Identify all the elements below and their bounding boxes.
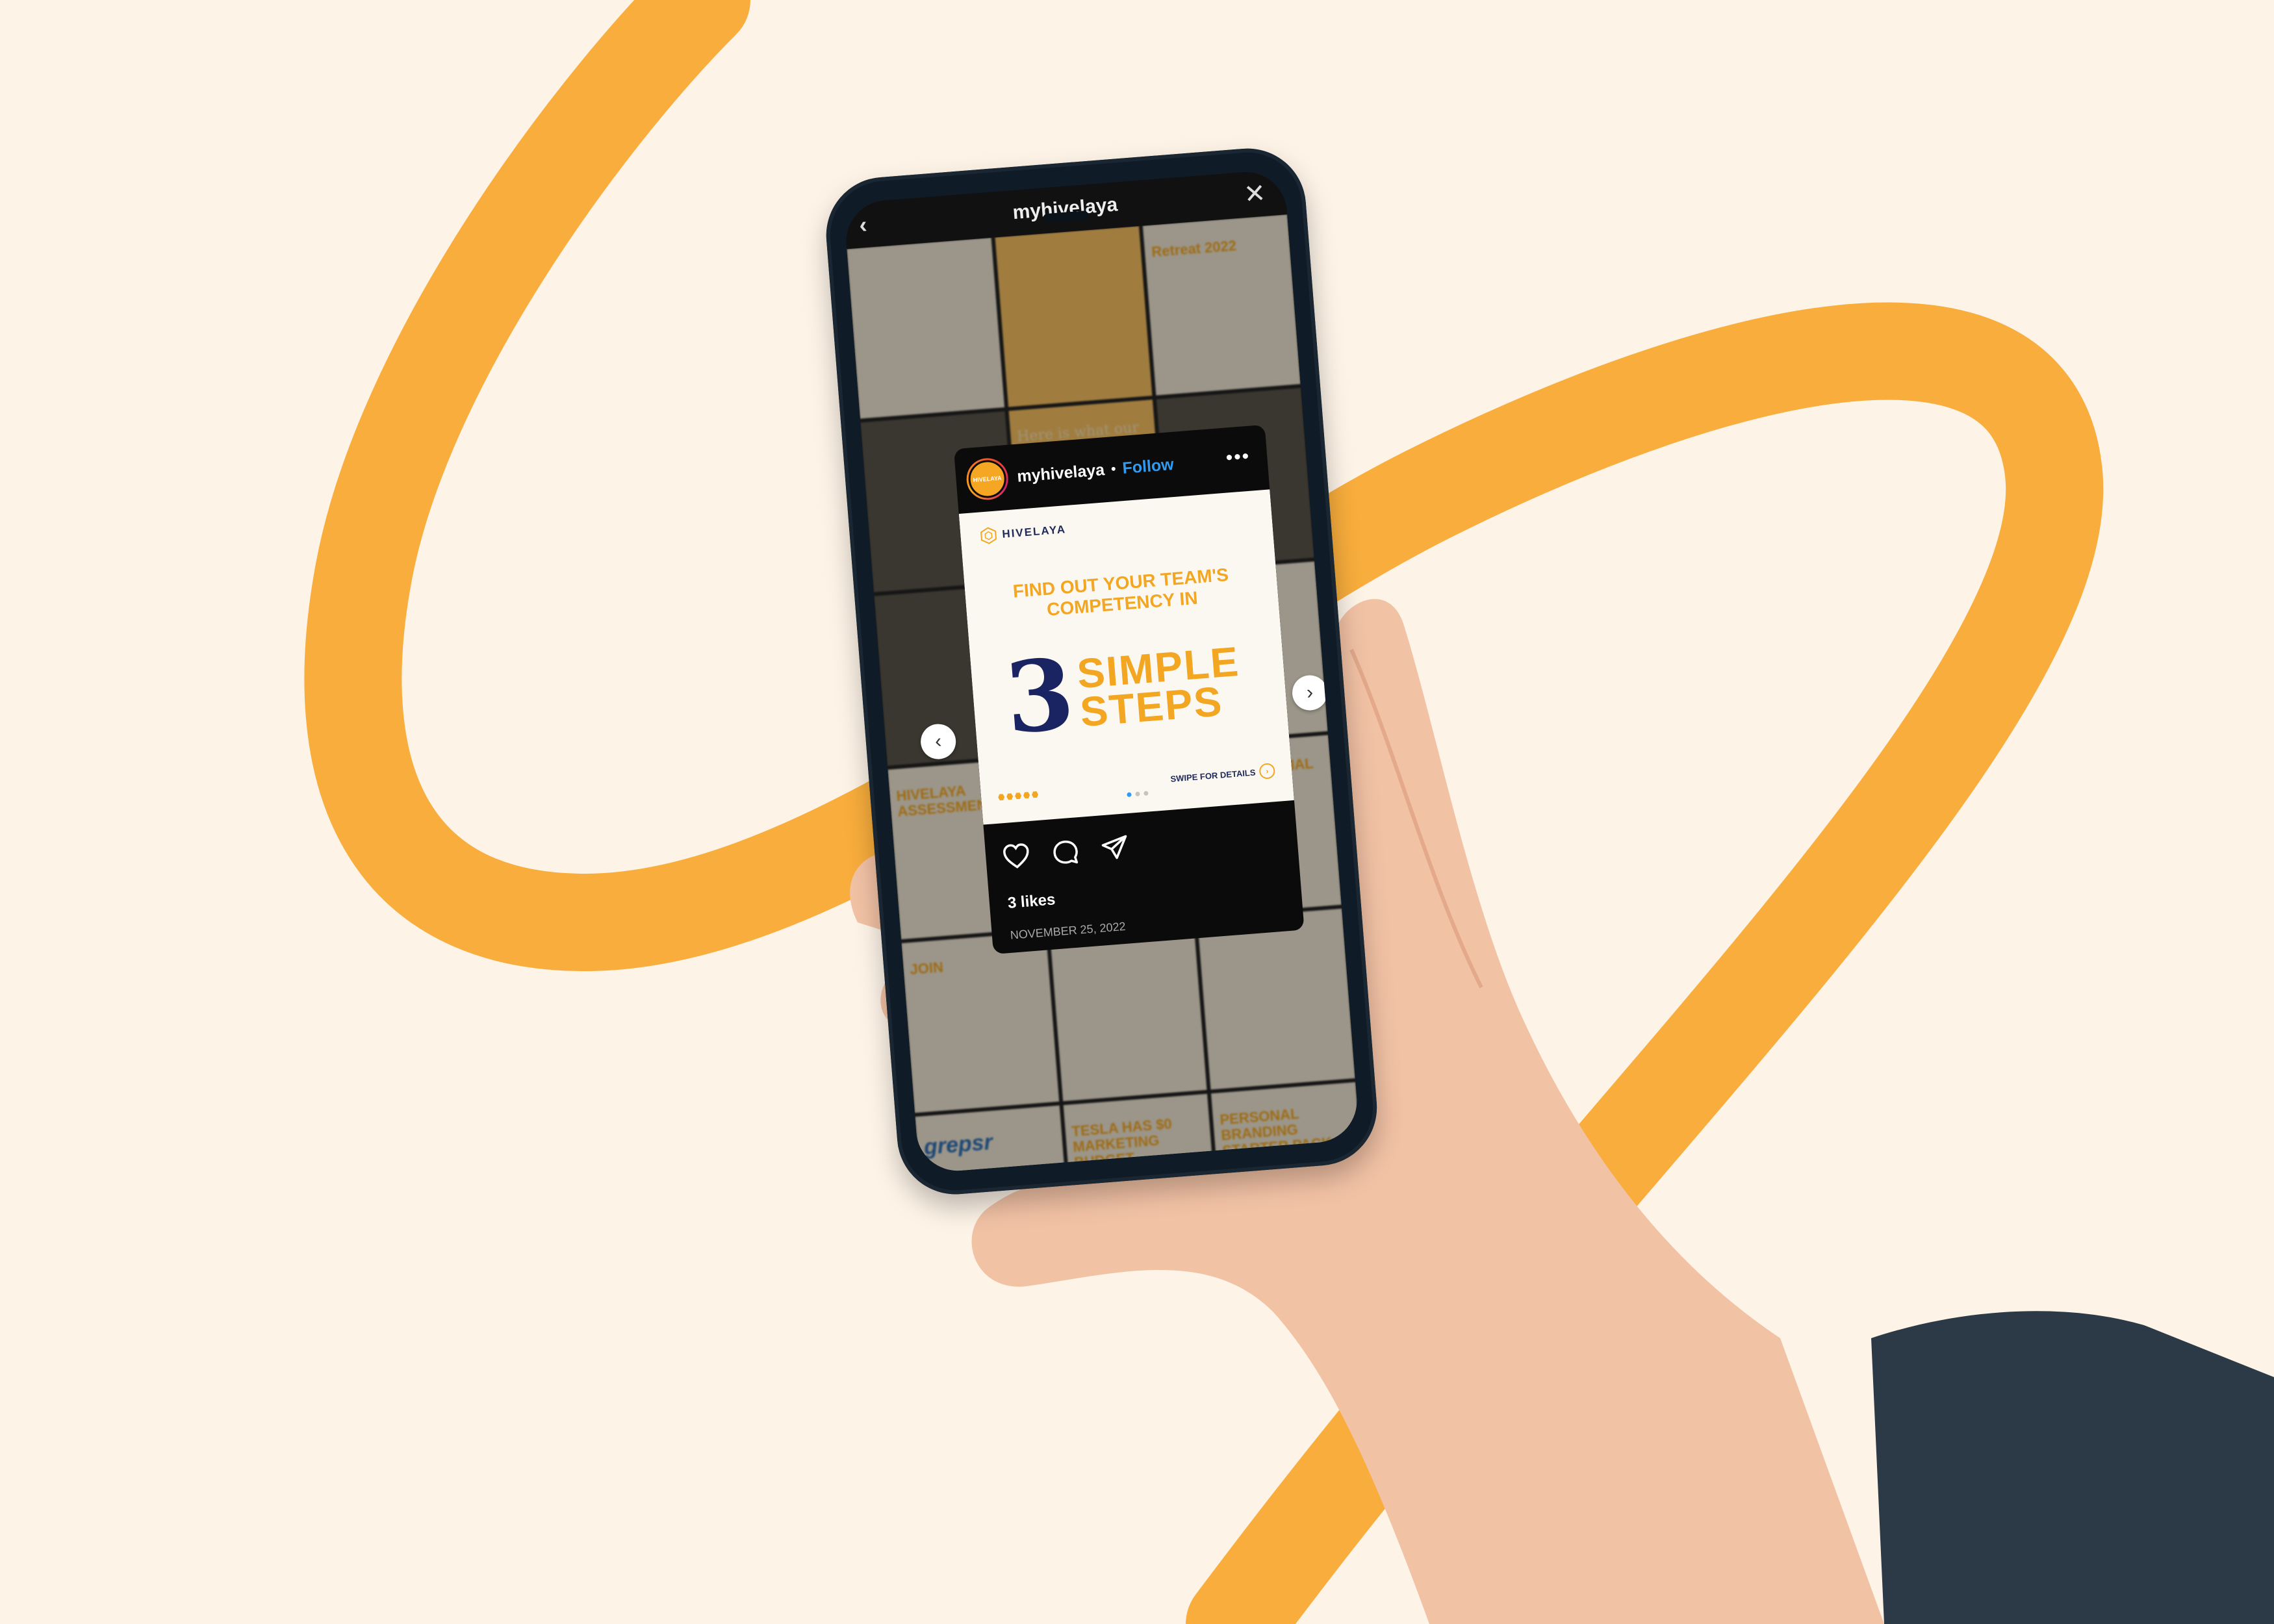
follow-button[interactable]: Follow bbox=[1121, 455, 1174, 477]
action-bar bbox=[1001, 833, 1131, 872]
avatar[interactable]: HIVELAYA bbox=[965, 457, 1010, 501]
steps-block: 3 SIMPLE STEPS bbox=[1001, 632, 1244, 756]
swipe-cta-text: SWIPE FOR DETAILS bbox=[1169, 767, 1256, 784]
carousel-dot bbox=[1134, 791, 1140, 797]
more-horizontal-icon[interactable]: ••• bbox=[1225, 446, 1251, 470]
big-number: 3 bbox=[1001, 637, 1079, 756]
honeycomb-decoration bbox=[998, 791, 1039, 801]
scene: ‹ myhivelaya ✕ Retreat 2022 Here is what … bbox=[0, 0, 2274, 1624]
post-image[interactable]: HIVELAYA FIND OUT YOUR TEAM'S COMPETENCY… bbox=[958, 489, 1294, 825]
separator-dot: • bbox=[1110, 460, 1117, 477]
carousel-dot bbox=[1126, 792, 1132, 798]
post-date: NOVEMBER 25, 2022 bbox=[1010, 919, 1127, 942]
steps-words: SIMPLE STEPS bbox=[1075, 638, 1244, 736]
arrow-right-icon: › bbox=[1258, 763, 1276, 780]
phone: ‹ myhivelaya ✕ Retreat 2022 Here is what … bbox=[822, 144, 1381, 1199]
carousel-dot bbox=[1143, 791, 1149, 796]
comment-icon[interactable] bbox=[1049, 837, 1081, 869]
heart-icon[interactable] bbox=[1001, 841, 1032, 872]
chevron-left-icon[interactable]: ‹ bbox=[858, 210, 886, 238]
post-card: HIVELAYA myhivelaya • Follow ••• HIVELAY… bbox=[953, 424, 1305, 954]
hexagon-logo-icon bbox=[980, 527, 997, 544]
close-icon[interactable]: ✕ bbox=[1243, 178, 1271, 209]
share-icon[interactable] bbox=[1099, 833, 1131, 865]
brand-name: HIVELAYA bbox=[1001, 523, 1067, 540]
headline: FIND OUT YOUR TEAM'S COMPETENCY IN bbox=[964, 561, 1279, 627]
likes-count[interactable]: 3 likes bbox=[1007, 891, 1056, 913]
brand-logo: HIVELAYA bbox=[980, 521, 1067, 544]
phone-screen: ‹ myhivelaya ✕ Retreat 2022 Here is what … bbox=[843, 169, 1361, 1174]
word-steps: STEPS bbox=[1078, 678, 1225, 736]
avatar-logo: HIVELAYA bbox=[967, 459, 1008, 500]
post-username[interactable]: myhivelaya bbox=[1016, 461, 1105, 486]
